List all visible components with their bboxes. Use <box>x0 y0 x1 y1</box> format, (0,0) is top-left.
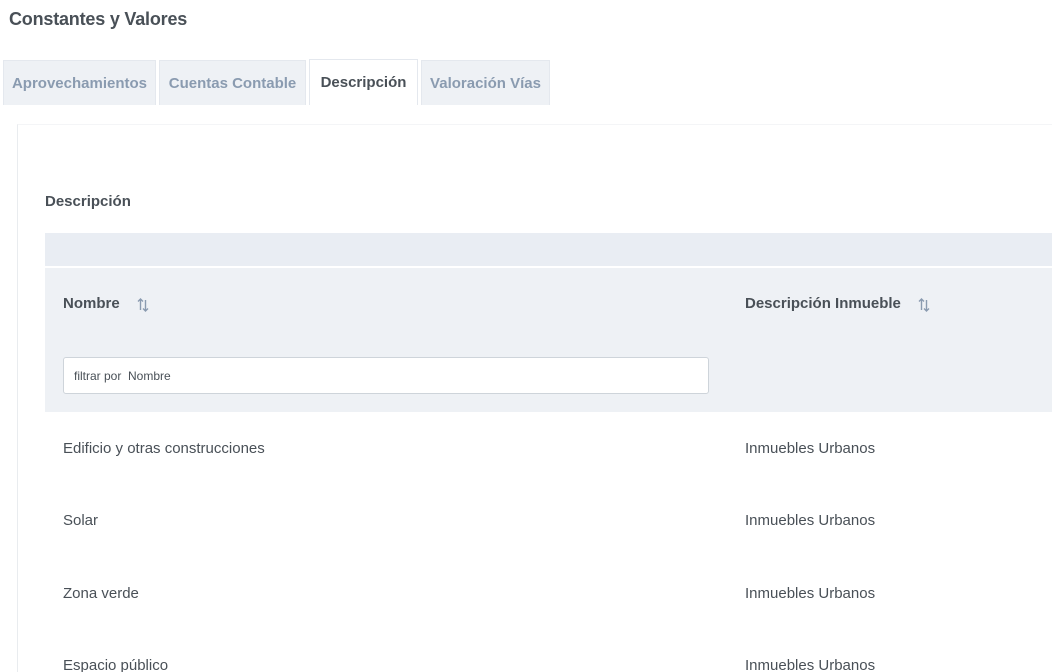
sort-icon[interactable] <box>918 297 930 312</box>
column-header-nombre[interactable]: Nombre <box>63 268 149 339</box>
cell-nombre: Solar <box>63 512 99 530</box>
table-caption-bar <box>45 233 1052 267</box>
column-header-label: Descripción Inmueble <box>745 295 901 312</box>
table-row[interactable]: Zona verde Inmuebles Urbanos <box>45 557 1052 630</box>
cell-nombre: Espacio público <box>63 657 169 672</box>
tab-aprovechamientos[interactable]: Aprovechamientos <box>3 60 156 105</box>
tab-descripcion[interactable]: Descripción <box>309 59 418 105</box>
table-body: Edificio y otras construcciones Inmueble… <box>45 412 1052 672</box>
cell-descripcion-inmueble: Inmuebles Urbanos <box>745 439 876 457</box>
tab-bar: Aprovechamientos Cuentas Contable Descri… <box>3 59 553 105</box>
cell-descripcion-inmueble: Inmuebles Urbanos <box>745 584 876 602</box>
filter-nombre-input[interactable] <box>63 357 709 394</box>
filter-row <box>45 339 1052 412</box>
table-header: Nombre Descripción Inmueble <box>45 268 1052 339</box>
tab-valoracion-vias[interactable]: Valoración Vías <box>421 60 550 105</box>
table-row[interactable]: Edificio y otras construcciones Inmueble… <box>45 412 1052 485</box>
cell-nombre: Zona verde <box>63 584 139 602</box>
cell-nombre: Edificio y otras construcciones <box>63 439 265 457</box>
column-header-descripcion-inmueble[interactable]: Descripción Inmueble <box>745 268 930 339</box>
cell-descripcion-inmueble: Inmuebles Urbanos <box>745 512 876 530</box>
cell-descripcion-inmueble: Inmuebles Urbanos <box>745 657 876 672</box>
sort-icon[interactable] <box>137 297 149 312</box>
section-title: Descripción <box>45 193 131 210</box>
table-row[interactable]: Espacio público Inmuebles Urbanos <box>45 630 1052 672</box>
page-title: Constantes y Valores <box>9 9 188 29</box>
column-header-label: Nombre <box>63 295 120 312</box>
table-row[interactable]: Solar Inmuebles Urbanos <box>45 485 1052 558</box>
tab-cuentas-contable[interactable]: Cuentas Contable <box>159 60 306 105</box>
